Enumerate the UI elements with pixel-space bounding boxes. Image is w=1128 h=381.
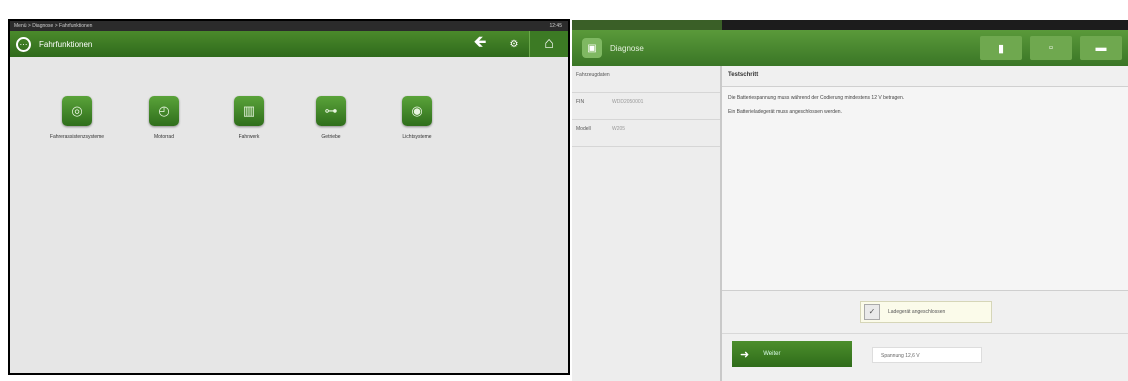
tile-label: Motorrad xyxy=(153,134,174,140)
suspension-icon: ▥ xyxy=(234,96,264,126)
appbar-actions: 🡸 ⚙ ⌂ xyxy=(461,31,568,57)
sidebar-key: FIN xyxy=(576,99,585,105)
info-icon[interactable]: ▫ xyxy=(1030,36,1072,60)
main-header: Testschritt xyxy=(722,66,1128,87)
right-screen: ▣ Diagnose ▮ ▫ ▬ Fahrzeugdaten FIN WDD20… xyxy=(572,20,1128,381)
checkbox-label: Ladegerät angeschlossen xyxy=(888,309,946,315)
home-icon[interactable]: ⌂ xyxy=(529,31,568,57)
tile-lighting[interactable]: ◉ Lichtsysteme xyxy=(382,96,452,140)
sidebar-key: Modell xyxy=(576,126,591,132)
tile-label: Fahrerassistenzsysteme xyxy=(49,134,105,140)
gearbox-icon: ⊶ xyxy=(316,96,346,126)
instruction-line: Ein Batterieladegerät muss angeschlossen… xyxy=(728,109,842,115)
action-footer: ✓ Ladegerät angeschlossen ➜ Weiter Spann… xyxy=(722,290,1128,381)
sidebar: Fahrzeugdaten FIN WDD2050001 Modell W205 xyxy=(572,66,722,381)
content-area: Fahrzeugdaten FIN WDD2050001 Modell W205… xyxy=(572,66,1128,381)
continue-button[interactable]: ➜ Weiter xyxy=(732,341,852,367)
instruction-line: Die Batteriespannung muss während der Co… xyxy=(728,95,905,101)
arrow-right-icon: ➜ xyxy=(740,348,750,361)
tile-driver-assistance[interactable]: ◎ Fahrerassistenzsysteme xyxy=(42,96,112,140)
breadcrumb: Menü > Diagnose > Fahrfunktionen xyxy=(14,23,93,29)
status-bar: Menü > Diagnose > Fahrfunktionen 12:45 xyxy=(10,21,568,31)
main-header-text: Testschritt xyxy=(728,72,759,78)
sidebar-row: Fahrzeugdaten xyxy=(572,66,720,93)
tile-label: Lichtsysteme xyxy=(402,134,432,140)
sidebar-value: WDD2050001 xyxy=(612,99,644,105)
sidebar-row: FIN WDD2050001 xyxy=(572,93,720,120)
sidebar-value: W205 xyxy=(612,126,626,132)
main-panel: Testschritt Die Batteriespannung muss wä… xyxy=(722,66,1128,381)
confirm-checkbox-row[interactable]: ✓ Ladegerät angeschlossen xyxy=(860,301,992,323)
clock: 12:45 xyxy=(549,23,562,29)
settings-icon[interactable]: ⚙ xyxy=(499,31,529,57)
sidebar-key: Fahrzeugdaten xyxy=(576,72,610,78)
tile-label: Fahrwerk xyxy=(238,134,260,140)
sidebar-row: Modell W205 xyxy=(572,120,720,147)
tile-label: Getriebe xyxy=(321,134,341,140)
top-strip xyxy=(572,20,1128,30)
function-tiles: ◎ Fahrerassistenzsysteme ◴ Motorrad ▥ Fa… xyxy=(10,96,568,176)
tile-gearbox[interactable]: ⊶ Getriebe xyxy=(296,96,366,140)
tile-chassis[interactable]: ▥ Fahrwerk xyxy=(214,96,284,140)
app-logo-icon: ▣ xyxy=(582,38,602,58)
tile-motorcycle[interactable]: ◴ Motorrad xyxy=(129,96,199,140)
appbar-actions: ▮ ▫ ▬ xyxy=(980,36,1122,60)
back-arrow-icon[interactable]: 🡸 xyxy=(461,31,499,57)
page-title: Fahrfunktionen xyxy=(39,39,93,49)
app-bar: ⋯ Fahrfunktionen 🡸 ⚙ ⌂ xyxy=(10,31,568,57)
voltage-value: Spannung 12,6 V xyxy=(872,347,982,363)
page-title: Diagnose xyxy=(610,43,644,53)
left-screen: Menü > Diagnose > Fahrfunktionen 12:45 ⋯… xyxy=(8,19,570,375)
document-icon[interactable]: ▮ xyxy=(980,36,1022,60)
app-bar: ▣ Diagnose ▮ ▫ ▬ xyxy=(572,30,1128,66)
continue-label: Weiter xyxy=(763,351,781,357)
light-icon: ◉ xyxy=(402,96,432,126)
menu-circle-icon[interactable]: ⋯ xyxy=(16,36,31,52)
speedometer-icon: ◴ xyxy=(149,96,179,126)
checkbox[interactable]: ✓ xyxy=(864,304,880,320)
exit-icon[interactable]: ▬ xyxy=(1080,36,1122,60)
steering-icon: ◎ xyxy=(62,96,92,126)
